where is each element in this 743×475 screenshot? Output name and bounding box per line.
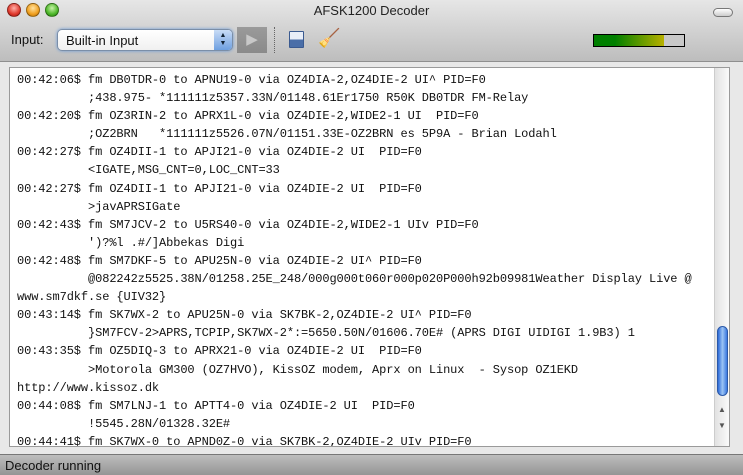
title-bar: AFSK1200 Decoder Input: Built-in Input ▲ ▼… [0,0,743,62]
window-title: AFSK1200 Decoder [313,3,430,18]
log-line: 00:43:14$ fm SK7WX-2 to APU25N-0 via SK7… [17,308,472,323]
log-line: http://www.kissoz.dk [17,380,160,395]
log-line: www.sm7dkf.se {UIV32} [17,290,167,305]
toolbar-toggle-button[interactable] [713,8,733,17]
log-line: >Motorola GM300 (OZ7HVO), KissOZ modem, … [17,362,578,377]
scroll-up-arrow-icon[interactable]: ▲ [715,402,729,417]
vertical-scrollbar[interactable]: ▲ ▼ [714,68,729,446]
save-button[interactable] [289,31,304,48]
input-select-value: Built-in Input [66,33,139,48]
log-line: 00:42:06$ fm DB0TDR-0 to APNU19-0 via OZ… [17,73,486,87]
clear-button[interactable]: 🧹 [318,28,340,49]
log-line: 00:42:20$ fm OZ3RIN-2 to APRX1L-0 via OZ… [17,109,479,124]
chevron-updown-icon: ▲ ▼ [214,30,232,50]
log-line: ;438.975- *111111z5357.33N/01148.61Er175… [17,91,529,106]
log-line: }SM7FCV-2>APRS,TCPIP,SK7WX-2*:=5650.50N/… [17,326,635,341]
log-line: 00:42:43$ fm SM7JCV-2 to U5RS40-0 via OZ… [17,217,479,232]
log-line: 00:44:41$ fm SK7WX-0 to APND0Z-0 via SK7… [17,434,472,447]
status-text: Decoder running [5,458,102,473]
log-line: 00:44:08$ fm SM7LNJ-1 to APTT4-0 via OZ4… [17,398,415,413]
log-line: 00:42:27$ fm OZ4DII-1 to APJI21-0 via OZ… [17,145,422,160]
log-line: @082242z5525.38N/01258.25E_248/000g000t0… [17,272,692,287]
log-line: ')?%l .#/]Abbekas Digi [17,235,245,250]
audio-level-fill [594,35,665,46]
log-line: >javAPRSIGate [17,199,181,214]
toolbar-separator [274,27,275,53]
audio-level-meter [593,34,685,47]
decoded-log[interactable]: 00:42:06$ fm DB0TDR-0 to APNU19-0 via OZ… [9,67,730,447]
log-line: <IGATE,MSG_CNT=0,LOC_CNT=33 [17,163,280,178]
log-text: 00:42:06$ fm DB0TDR-0 to APNU19-0 via OZ… [17,71,692,447]
play-icon: ▶ [246,31,258,48]
scroll-down-arrow-icon[interactable]: ▼ [715,418,729,433]
play-button[interactable]: ▶ [237,27,267,53]
broom-icon: 🧹 [318,28,341,48]
log-line: 00:43:35$ fm OZ5DIQ-3 to APRX21-0 via OZ… [17,344,422,359]
log-line: 00:42:48$ fm SM7DKF-5 to APU25N-0 via OZ… [17,253,422,268]
scrollbar-thumb[interactable] [717,326,728,396]
log-line: !5545.28N/01328.32E# [17,416,231,431]
log-line: 00:42:27$ fm OZ4DII-1 to APJI21-0 via OZ… [17,181,422,196]
status-bar: Decoder running [0,454,743,475]
input-label: Input: [11,32,44,47]
input-select[interactable]: Built-in Input ▲ ▼ [57,29,233,51]
log-line: ;OZ2BRN *111111z5526.07N/01151.33E-OZ2BR… [17,127,557,142]
